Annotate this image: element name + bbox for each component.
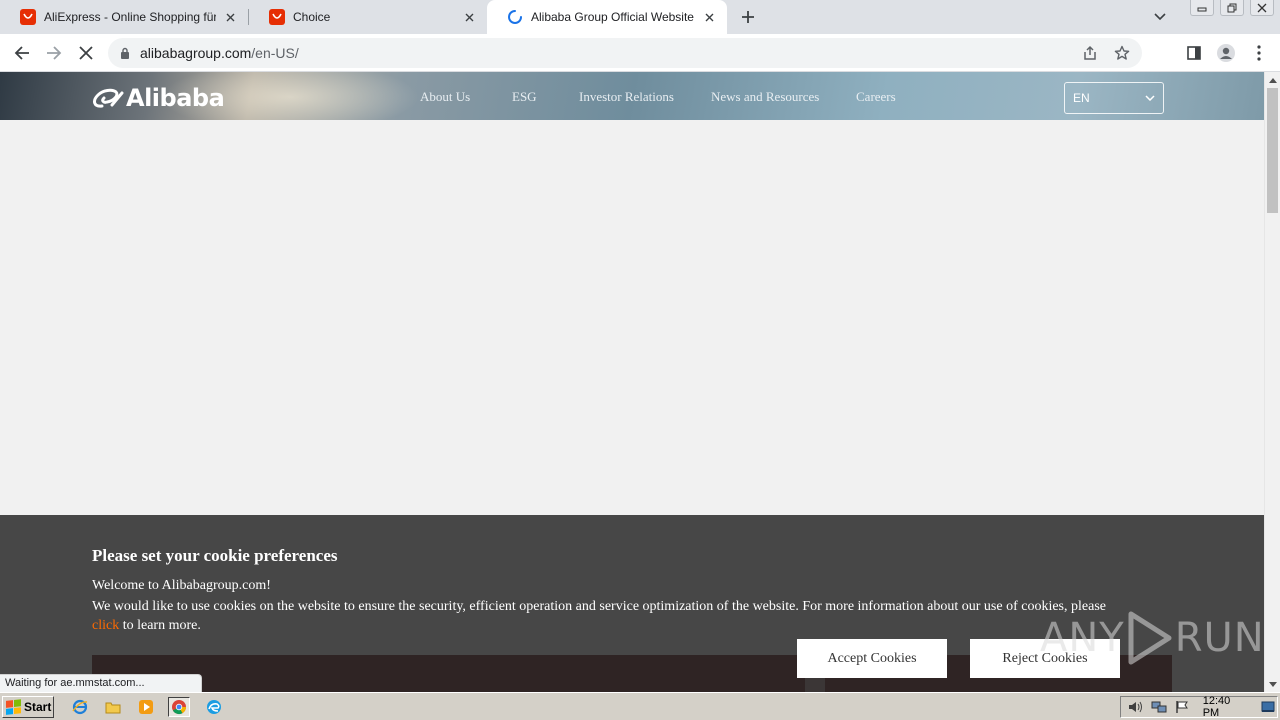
internet-explorer-icon[interactable] <box>69 697 91 717</box>
side-panel-icon <box>1187 46 1201 60</box>
alibaba-logo-mark-icon <box>93 88 124 108</box>
loading-spinner-icon <box>508 10 522 24</box>
tab-search-button[interactable] <box>1150 8 1170 26</box>
taskbar-clock: 12:40 PM <box>1202 695 1231 719</box>
cookie-welcome-text: Welcome to Alibabagroup.com! <box>92 578 271 593</box>
nav-news-and-resources[interactable]: News and Resources <box>711 89 819 105</box>
tab-strip: AliExpress - Online Shopping für Elektro… <box>0 0 1280 34</box>
tab-title: Alibaba Group Official Website <box>531 10 694 24</box>
restore-button[interactable] <box>1220 0 1244 16</box>
start-button[interactable]: Start <box>2 696 54 718</box>
avatar-icon <box>1217 44 1235 62</box>
system-tray: 12:40 PM <box>1120 695 1278 719</box>
arrow-right-icon <box>47 46 62 60</box>
address-bar[interactable]: alibabagroup.com/en-US/ <box>108 38 1142 68</box>
tab-aliexpress[interactable]: AliExpress - Online Shopping für Elektro… <box>0 0 248 34</box>
close-icon[interactable] <box>461 9 477 25</box>
tab-choice[interactable]: Choice <box>249 0 487 34</box>
page-scrollbar[interactable] <box>1264 72 1280 692</box>
tab-alibaba-group[interactable]: Alibaba Group Official Website <box>487 0 727 34</box>
url-host: alibabagroup.com <box>140 45 252 61</box>
aliexpress-icon <box>20 9 36 25</box>
tab-title: AliExpress - Online Shopping für Elektro… <box>44 10 216 24</box>
volume-icon[interactable] <box>1127 699 1144 715</box>
cookie-title: Please set your cookie preferences <box>92 546 338 565</box>
alibaba-logo[interactable]: Alibaba <box>92 84 225 112</box>
action-center-flag-icon[interactable] <box>1173 699 1190 715</box>
forward-button[interactable] <box>42 41 66 65</box>
window-controls <box>1184 0 1274 16</box>
windows-taskbar: Start 12:40 PM <box>0 692 1280 720</box>
scroll-down-button[interactable] <box>1265 676 1280 692</box>
accept-cookies-button[interactable]: Accept Cookies <box>797 639 947 678</box>
windows-logo-icon <box>6 699 22 715</box>
scroll-up-button[interactable] <box>1265 72 1280 88</box>
side-panel-button[interactable] <box>1182 41 1206 65</box>
file-explorer-icon[interactable] <box>102 697 124 717</box>
chevron-down-icon <box>1154 13 1166 21</box>
close-icon <box>79 46 93 60</box>
status-bubble: Waiting for ae.mmstat.com... <box>0 674 202 692</box>
share-icon[interactable] <box>1078 41 1102 65</box>
watermark-text-run: RUN <box>1174 615 1265 661</box>
chevron-down-icon <box>1145 95 1155 101</box>
edge-icon[interactable] <box>203 697 225 717</box>
cookie-learn-more-text: click to learn more. <box>92 618 201 634</box>
nav-investor-relations[interactable]: Investor Relations <box>579 89 674 105</box>
nav-careers[interactable]: Careers <box>856 89 896 105</box>
url-path: /en-US/ <box>251 45 299 61</box>
cookie-description-text: We would like to use cookies on the webs… <box>92 599 1106 614</box>
chrome-icon[interactable] <box>168 697 190 717</box>
language-value: EN <box>1073 91 1090 105</box>
new-tab-button[interactable] <box>736 5 760 29</box>
start-label: Start <box>24 700 52 714</box>
more-vertical-icon <box>1257 45 1261 61</box>
arrow-left-icon <box>14 46 29 60</box>
url-text: alibabagroup.com/en-US/ <box>140 45 299 61</box>
back-button[interactable] <box>10 41 34 65</box>
minimize-icon <box>1197 7 1207 11</box>
cookie-learn-more-rest: to learn more. <box>119 618 201 633</box>
close-icon[interactable] <box>222 9 238 25</box>
language-select[interactable]: EN <box>1064 82 1164 114</box>
bookmark-star-icon[interactable] <box>1110 41 1134 65</box>
cookie-policy-link[interactable]: click <box>92 618 119 633</box>
aliexpress-icon <box>269 9 285 25</box>
close-icon[interactable] <box>701 9 717 25</box>
triangle-down-icon <box>1269 681 1277 687</box>
media-player-icon[interactable] <box>135 697 157 717</box>
show-desktop-icon[interactable] <box>1260 699 1277 715</box>
restore-icon <box>1227 3 1237 12</box>
lock-icon[interactable] <box>120 47 130 59</box>
network-icon[interactable] <box>1150 699 1167 715</box>
stop-loading-button[interactable] <box>74 41 98 65</box>
scrollbar-thumb[interactable] <box>1267 88 1278 213</box>
nav-esg[interactable]: ESG <box>512 89 537 105</box>
minimize-button[interactable] <box>1190 0 1214 16</box>
play-triangle-icon <box>1128 611 1172 665</box>
triangle-up-icon <box>1269 77 1277 83</box>
anyrun-watermark: ANY RUN <box>1040 610 1265 666</box>
nav-about-us[interactable]: About Us <box>420 89 470 105</box>
browser-menu-button[interactable] <box>1247 41 1271 65</box>
browser-toolbar: alibabagroup.com/en-US/ <box>0 34 1280 72</box>
close-icon <box>1257 3 1267 12</box>
profile-button[interactable] <box>1214 41 1238 65</box>
plus-icon <box>742 11 754 23</box>
close-window-button[interactable] <box>1250 0 1274 16</box>
address-bar-actions <box>1070 41 1134 65</box>
tab-title: Choice <box>293 10 331 24</box>
watermark-text-any: ANY <box>1040 615 1125 661</box>
logo-text: Alibaba <box>126 84 225 112</box>
